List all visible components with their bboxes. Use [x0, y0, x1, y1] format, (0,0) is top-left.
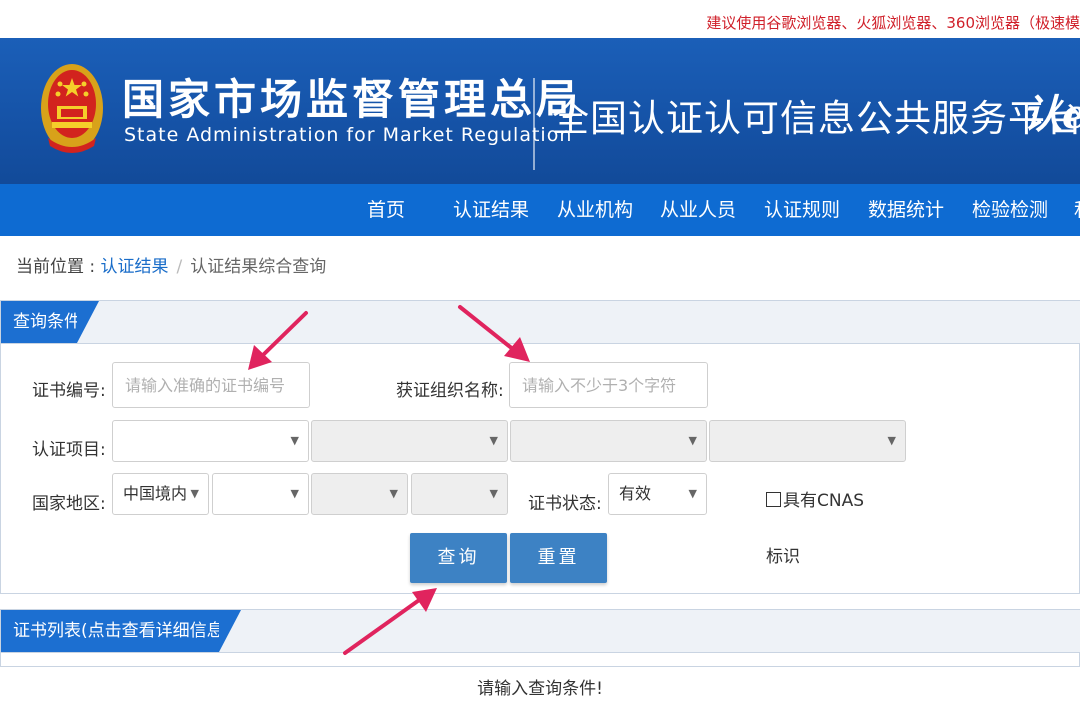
cert-list-panel-header: 证书列表(点击查看详细信息) — [1, 610, 1080, 653]
nav-item-inspection[interactable]: 检验检测 — [972, 184, 1048, 236]
org-name-en: State Administration for Market Regulati… — [124, 124, 573, 146]
project-select-2[interactable]: ▼ — [311, 420, 508, 462]
cnas-checkbox-label: 具有CNAS — [783, 491, 865, 511]
top-notice-bar: 建议使用谷歌浏览器、火狐浏览器、360浏览器（极速模 — [0, 0, 1080, 38]
cert-list-panel: 证书列表(点击查看详细信息) — [0, 609, 1080, 667]
header-banner: 国家市场监督管理总局 State Administration for Mark… — [0, 38, 1080, 184]
org-name-input[interactable] — [509, 362, 708, 408]
cnas-mark-label: 标识 — [766, 547, 800, 567]
breadcrumb-prefix: 当前位置 : — [16, 257, 101, 277]
cnas-checkbox[interactable] — [766, 492, 781, 507]
dropdown-arrow-icon: ▼ — [688, 434, 697, 447]
reset-button[interactable]: 重置 — [510, 533, 607, 583]
org-name-label: 获证组织名称: — [396, 381, 504, 401]
status-label: 证书状态: — [528, 494, 602, 514]
status-selected-value: 有效 — [619, 484, 652, 503]
region-label: 国家地区: — [32, 494, 106, 514]
query-panel-header: 查询条件 — [1, 301, 1080, 344]
project-select-3[interactable]: ▼ — [510, 420, 707, 462]
region-select-district[interactable]: ▼ — [411, 473, 508, 515]
nav-item-home[interactable]: 首页 — [367, 184, 405, 236]
dropdown-arrow-icon: ▼ — [290, 434, 299, 447]
dropdown-arrow-icon: ▼ — [688, 487, 697, 500]
header-divider — [533, 78, 535, 170]
project-label: 认证项目: — [32, 440, 106, 460]
empty-list-message: 请输入查询条件! — [477, 679, 603, 699]
project-select-1[interactable]: ▼ — [112, 420, 309, 462]
breadcrumb-link-cert-results[interactable]: 认证结果 — [101, 257, 169, 277]
browser-notice: 建议使用谷歌浏览器、火狐浏览器、360浏览器（极速模 — [706, 14, 1080, 32]
platform-logo: 认e — [1022, 91, 1080, 138]
breadcrumb: 当前位置 : 认证结果 / 认证结果综合查询 — [16, 252, 326, 277]
national-emblem-icon — [41, 64, 103, 153]
region-select-province[interactable]: ▼ — [212, 473, 309, 515]
cert-no-label: 证书编号: — [32, 381, 106, 401]
dropdown-arrow-icon: ▼ — [489, 487, 498, 500]
region-select-country[interactable]: 中国境内 ▼ — [112, 473, 209, 515]
main-nav: 首页 认证结果 从业机构 从业人员 认证规则 数据统计 检验检测 和 — [0, 184, 1080, 236]
cnas-checkbox-wrap[interactable]: 具有CNAS — [766, 486, 864, 511]
dropdown-arrow-icon: ▼ — [290, 487, 299, 500]
query-panel-title: 查询条件 — [1, 301, 99, 343]
project-select-4[interactable]: ▼ — [709, 420, 906, 462]
region-selected-value: 中国境内 — [123, 484, 188, 503]
nav-item-personnel[interactable]: 从业人员 — [660, 184, 736, 236]
nav-item-cert-rules[interactable]: 认证规则 — [764, 184, 840, 236]
breadcrumb-current: 认证结果综合查询 — [190, 257, 327, 277]
breadcrumb-separator: / — [176, 257, 183, 277]
region-select-city[interactable]: ▼ — [311, 473, 408, 515]
org-name-cn: 国家市场监督管理总局 — [122, 75, 583, 124]
nav-item-cert-results[interactable]: 认证结果 — [453, 184, 529, 236]
search-button[interactable]: 查询 — [410, 533, 507, 583]
nav-item-institutions[interactable]: 从业机构 — [557, 184, 633, 236]
dropdown-arrow-icon: ▼ — [190, 487, 199, 500]
status-select[interactable]: 有效 ▼ — [608, 473, 707, 515]
dropdown-arrow-icon: ▼ — [887, 434, 896, 447]
dropdown-arrow-icon: ▼ — [489, 434, 498, 447]
dropdown-arrow-icon: ▼ — [389, 487, 398, 500]
cert-no-input[interactable] — [112, 362, 310, 408]
cert-list-panel-title: 证书列表(点击查看详细信息) — [1, 610, 241, 652]
nav-item-more[interactable]: 和 — [1074, 184, 1080, 236]
platform-title: 全国认证认可信息公共服务平台 — [552, 97, 1080, 140]
nav-item-statistics[interactable]: 数据统计 — [868, 184, 944, 236]
